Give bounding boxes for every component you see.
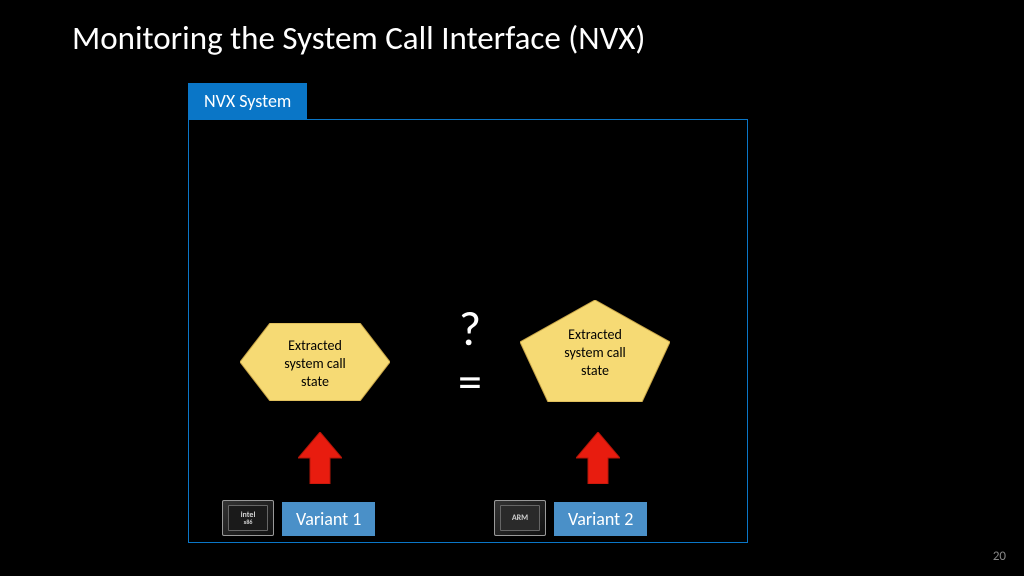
arm-chip-icon: ARM bbox=[494, 500, 546, 536]
variant-2-box: Variant 2 bbox=[554, 502, 647, 536]
extracted-state-label-2: Extractedsystem callstate bbox=[520, 326, 670, 381]
variant-1-box: Variant 1 bbox=[282, 502, 375, 536]
comparator-block: ? = bbox=[450, 303, 490, 409]
intel-chip-icon: intel x86 bbox=[222, 500, 274, 536]
extracted-state-pentagon: Extractedsystem callstate bbox=[520, 300, 670, 402]
nvx-system-tab: NVX System bbox=[188, 83, 307, 119]
intel-chip-label: intel x86 bbox=[228, 505, 268, 531]
comparator-equals: = bbox=[450, 356, 490, 409]
up-arrow-icon-2 bbox=[576, 432, 620, 484]
extracted-state-label-1: Extractedsystem callstate bbox=[240, 337, 390, 392]
comparator-question-mark: ? bbox=[450, 303, 490, 356]
extracted-state-hexagon: Extractedsystem callstate bbox=[240, 323, 390, 401]
page-number: 20 bbox=[993, 549, 1006, 564]
up-arrow-icon-1 bbox=[298, 432, 342, 484]
slide-title: Monitoring the System Call Interface (NV… bbox=[72, 18, 645, 58]
arm-chip-label: ARM bbox=[500, 505, 540, 531]
